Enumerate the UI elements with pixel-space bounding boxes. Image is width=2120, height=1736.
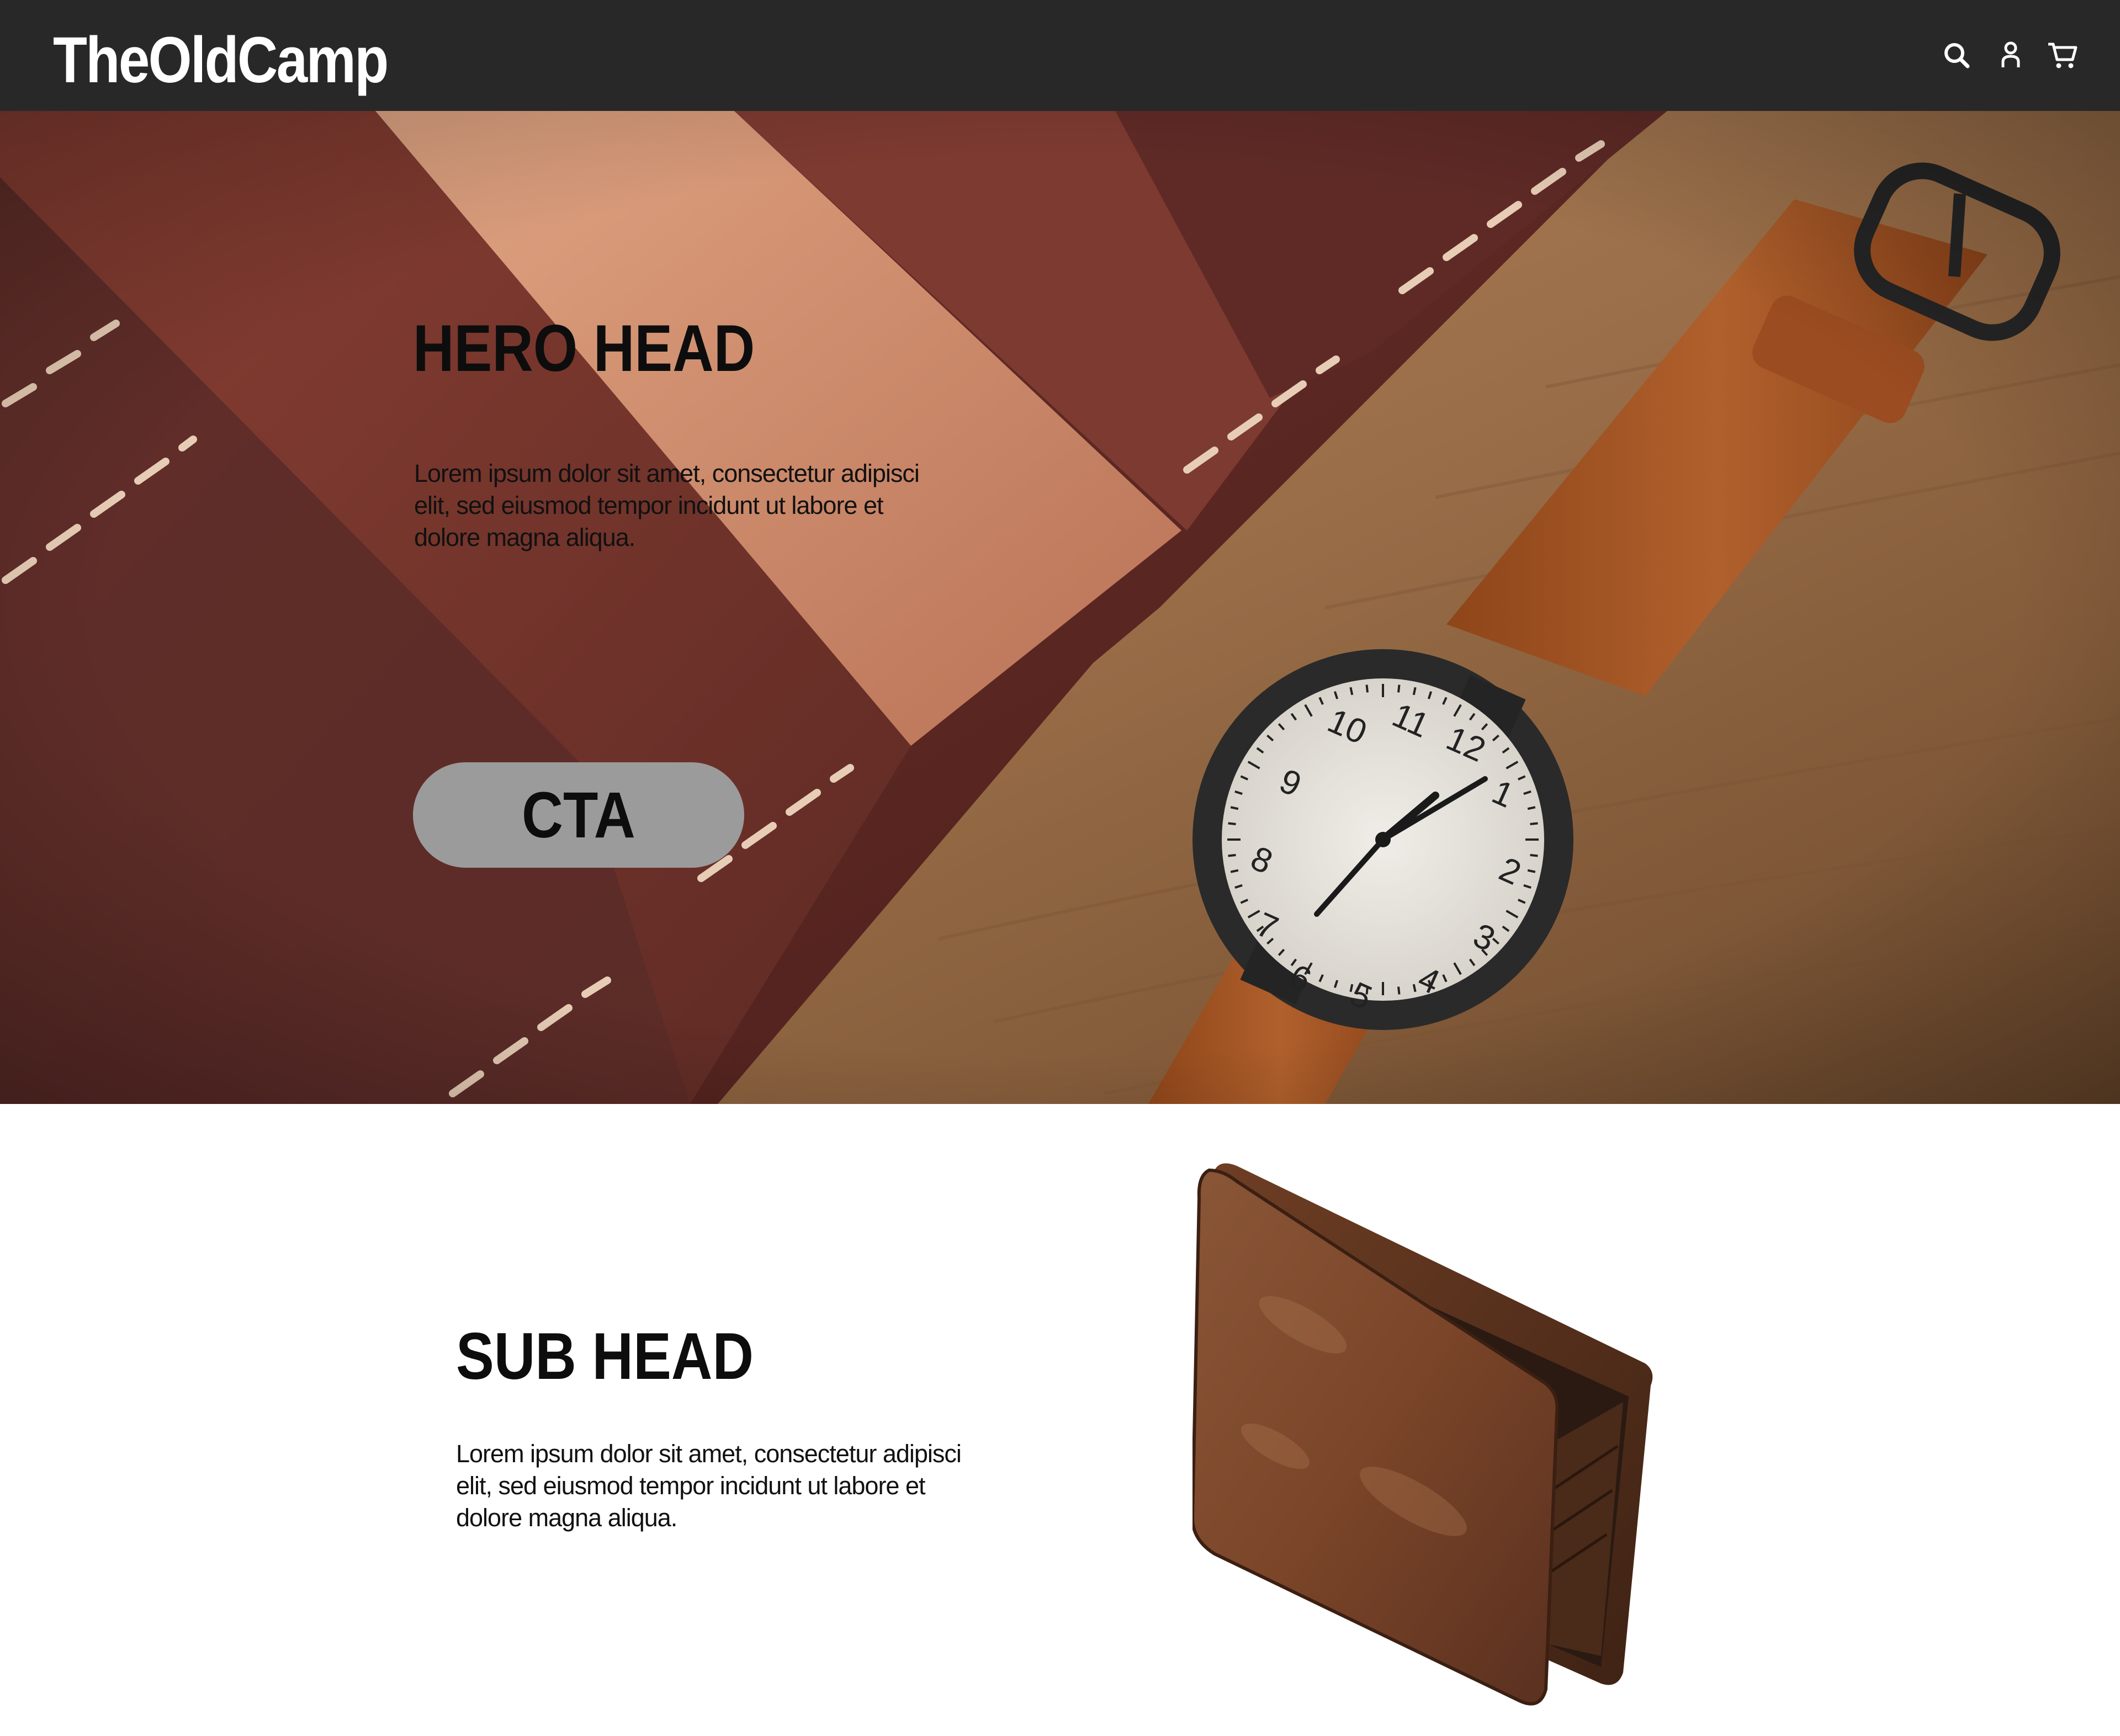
cart-icon[interactable] bbox=[2046, 39, 2079, 72]
cta-button-label: CTA bbox=[522, 778, 635, 852]
hero-section: 10 11 12 1 2 3 4 5 6 7 8 9 HERO HEAD Lor… bbox=[0, 111, 2120, 1104]
cta-button[interactable]: CTA bbox=[413, 762, 744, 868]
hero-background-image: 10 11 12 1 2 3 4 5 6 7 8 9 bbox=[0, 111, 2120, 1104]
search-icon[interactable] bbox=[1940, 39, 1973, 72]
wallet-product-image bbox=[1192, 1163, 1653, 1706]
account-icon[interactable] bbox=[1994, 39, 2027, 72]
hero-body-text: Lorem ipsum dolor sit amet, consectetur … bbox=[414, 459, 920, 551]
top-nav-bar: TheOldCamp bbox=[0, 0, 2120, 111]
section-body-text: Lorem ipsum dolor sit amet, consectetur … bbox=[456, 1440, 962, 1532]
section-title: SUB HEAD bbox=[456, 1319, 754, 1393]
hero-title: HERO HEAD bbox=[413, 311, 755, 385]
brand-logo[interactable]: TheOldCamp bbox=[53, 24, 389, 96]
